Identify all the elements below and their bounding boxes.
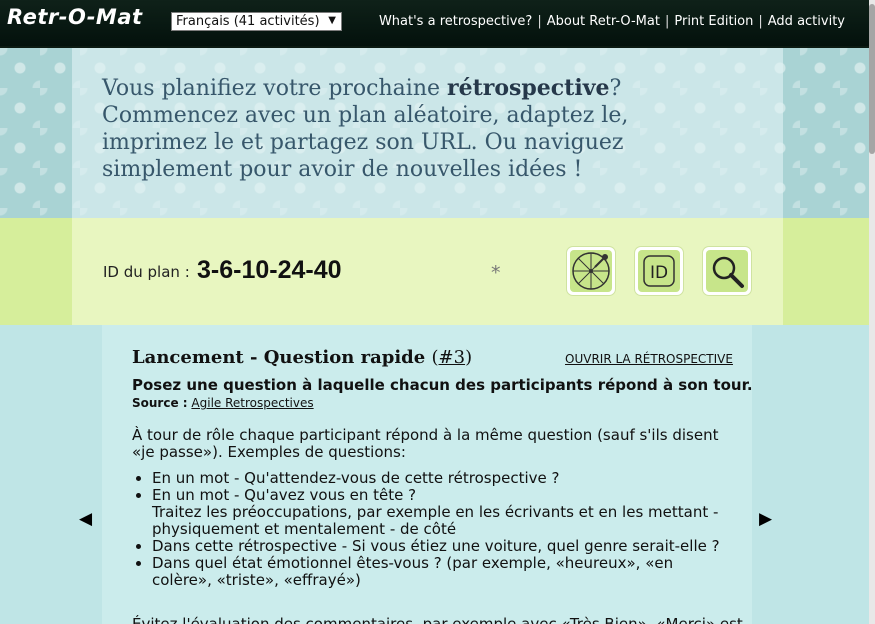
scrollbar-thumb[interactable] (869, 4, 875, 154)
activity-title: Lancement - Question rapide (#3) (132, 347, 472, 368)
next-activity-arrow-icon[interactable]: ▶ (759, 509, 772, 529)
language-select[interactable]: Français (41 activités) ▼ (171, 12, 342, 31)
main-nav: What's a retrospective? | About Retr-O-Mat… (379, 14, 845, 29)
list-item: En un mot - Qu'attendez-vous de cette ré… (152, 470, 722, 487)
open-retrospective-link[interactable]: OUVRIR LA RÉTROSPECTIVE (565, 352, 733, 366)
activity-intro: À tour de rôle chaque participant répond… (132, 426, 719, 461)
hero-text-start: Vous planifiez votre prochaine (102, 76, 447, 101)
prev-activity-arrow-icon[interactable]: ◀ (79, 509, 92, 529)
enter-id-button[interactable]: ID (635, 247, 683, 295)
list-item: Dans quel état émotionnel êtes-vous ? (p… (152, 555, 722, 589)
activity-number-link[interactable]: #3 (439, 347, 466, 368)
plan-id-star: * (491, 262, 501, 284)
source-link[interactable]: Agile Retrospectives (191, 396, 313, 410)
source-label: Source : (132, 396, 188, 410)
nav-whats-a-retrospective[interactable]: What's a retrospective? (379, 14, 532, 29)
list-item: Dans cette rétrospective - Si vous étiez… (152, 538, 722, 555)
list-item-text: En un mot - Qu'avez vous en tête ? (152, 486, 417, 504)
activity-footer-text: Évitez l'évaluation des commentaires, pa… (132, 615, 743, 624)
list-item-text: Dans quel état émotionnel êtes-vous ? (p… (152, 554, 674, 589)
nav-add-activity[interactable]: Add activity (768, 14, 845, 29)
random-plan-button[interactable] (567, 247, 615, 295)
nav-separator: | (537, 14, 542, 29)
list-item-subtext: Traitez les préoccupations, par exemple … (152, 503, 719, 538)
scrollbar[interactable] (869, 0, 875, 624)
activity-description: À tour de rôle chaque participant répond… (132, 427, 722, 589)
list-item: En un mot - Qu'avez vous en tête ?Traite… (152, 487, 722, 538)
hero-text: Vous planifiez votre prochaine rétrospec… (102, 75, 662, 183)
top-bar: Retr-O-Mat Français (41 activités) ▼ Wha… (0, 0, 875, 48)
hero-text-bold: rétrospective (447, 75, 610, 101)
activity-number-open: ( (431, 347, 439, 368)
activity-title-text: Lancement - Question rapide (132, 347, 426, 368)
nav-about[interactable]: About Retr-O-Mat (547, 14, 660, 29)
nav-print-edition[interactable]: Print Edition (674, 14, 753, 29)
activity-number-close: ) (465, 347, 473, 368)
nav-separator: | (758, 14, 763, 29)
list-item-text: Dans cette rétrospective - Si vous étiez… (152, 537, 720, 555)
id-icon: ID (643, 255, 675, 287)
activity-source: Source : Agile Retrospectives (132, 396, 314, 410)
id-icon-text: ID (650, 263, 668, 283)
list-item-text: En un mot - Qu'attendez-vous de cette ré… (152, 469, 560, 487)
plan-id-label: ID du plan : (103, 263, 190, 281)
search-button[interactable] (703, 247, 751, 295)
wheel-icon (572, 252, 610, 290)
search-icon (712, 256, 744, 288)
nav-separator: | (664, 14, 670, 29)
dropdown-arrow-icon: ▼ (328, 15, 336, 26)
plan-id-value: 3-6-10-24-40 (197, 256, 342, 284)
language-select-value: Français (41 activités) (176, 14, 320, 29)
question-list: En un mot - Qu'attendez-vous de cette ré… (132, 470, 722, 589)
activity-summary: Posez une question à laquelle chacun des… (132, 376, 753, 394)
logo[interactable]: Retr-O-Mat (7, 5, 143, 29)
